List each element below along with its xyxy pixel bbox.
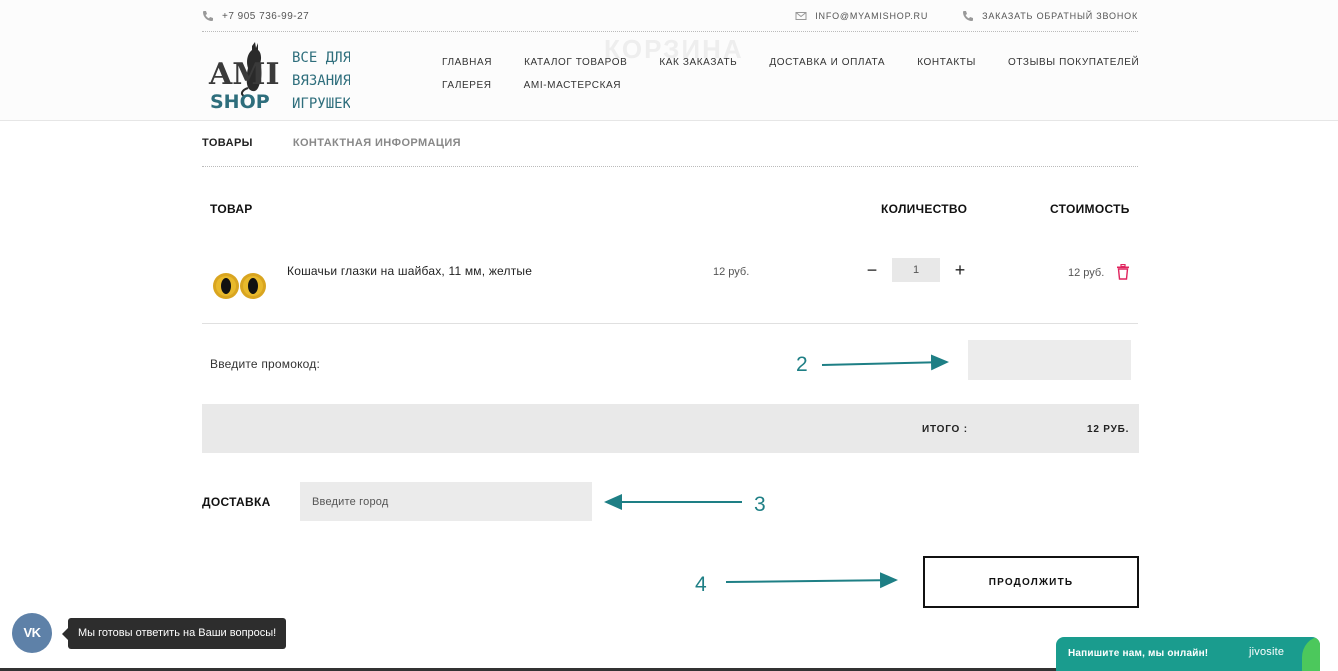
jivo-bubble-icon xyxy=(1302,637,1320,671)
tab-contact-info[interactable]: КОНТАКТНАЯ ИНФОРМАЦИЯ xyxy=(293,137,461,149)
nav-catalog[interactable]: КАТАЛОГ ТОВАРОВ xyxy=(524,57,627,80)
delivery-label: ДОСТАВКА xyxy=(202,495,271,509)
jivo-chat-text: Напишите нам, мы онлайн! xyxy=(1068,648,1209,659)
logo-ami-text: AMI xyxy=(208,57,280,92)
site-logo[interactable]: AMI SHOP ВСЕ ДЛЯ ВЯЗАНИЯ ИГРУШЕК xyxy=(208,42,350,112)
quantity-increase-button[interactable]: + xyxy=(952,258,968,282)
nav-contacts[interactable]: КОНТАКТЫ xyxy=(917,57,976,80)
jivo-logo: jivosite xyxy=(1249,646,1285,658)
column-header-quantity: КОЛИЧЕСТВО xyxy=(881,202,968,216)
annotation-number-2: 2 xyxy=(796,353,808,376)
continue-button[interactable]: ПРОДОЛЖИТЬ xyxy=(923,556,1139,608)
tab-items[interactable]: ТОВАРЫ xyxy=(202,137,253,149)
promo-code-input[interactable] xyxy=(968,340,1131,380)
nav-delivery-payment[interactable]: ДОСТАВКА И ОПЛАТА xyxy=(769,57,885,80)
total-bar xyxy=(202,404,1139,453)
column-header-cost: СТОИМОСТЬ xyxy=(1050,202,1130,216)
nav-home[interactable]: ГЛАВНАЯ xyxy=(442,57,492,80)
nav-ami-workshop[interactable]: AMI-МАСТЕРСКАЯ xyxy=(524,80,621,103)
main-nav: ГЛАВНАЯ КАТАЛОГ ТОВАРОВ КАК ЗАКАЗАТЬ ДОС… xyxy=(442,57,1142,103)
phone-link[interactable]: +7 905 736-99-27 xyxy=(202,10,309,22)
vk-icon[interactable]: VK xyxy=(12,613,52,653)
product-price: 12 руб. xyxy=(713,266,750,278)
total-label: ИТОГО : xyxy=(922,424,968,435)
product-cost: 12 руб. xyxy=(1068,267,1105,279)
checkout-tabs: ТОВАРЫ КОНТАКТНАЯ ИНФОРМАЦИЯ xyxy=(202,137,461,149)
annotation-arrow-4 xyxy=(725,572,898,589)
jivo-chat-button[interactable]: Напишите нам, мы онлайн! jivosite xyxy=(1056,637,1320,671)
logo-shop-text: SHOP xyxy=(210,91,270,112)
mail-icon xyxy=(795,12,807,20)
logo-tagline-2: ВЯЗАНИЯ xyxy=(292,73,350,89)
nav-reviews[interactable]: ОТЗЫВЫ ПОКУПАТЕЛЕЙ xyxy=(1008,57,1139,80)
product-image[interactable] xyxy=(211,270,269,300)
divider xyxy=(202,323,1138,324)
annotation-number-3: 3 xyxy=(754,493,766,516)
total-value: 12 РУБ. xyxy=(1087,424,1130,435)
city-input[interactable] xyxy=(300,482,592,521)
email-link[interactable]: INFO@MYAMISHOP.RU xyxy=(815,11,928,21)
top-bar: +7 905 736-99-27 INFO@MYAMISHOP.RU ЗАКАЗ… xyxy=(202,0,1138,32)
phone-icon xyxy=(203,11,213,21)
annotation-number-4: 4 xyxy=(695,573,707,596)
nav-gallery[interactable]: ГАЛЕРЕЯ xyxy=(442,80,492,103)
logo-tagline-3: ИГРУШЕК xyxy=(292,96,350,112)
callback-phone-icon xyxy=(963,11,974,21)
annotation-arrow-2 xyxy=(821,354,949,371)
quantity-decrease-button[interactable]: − xyxy=(864,258,880,282)
product-name[interactable]: Кошачьи глазки на шайбах, 11 мм, желтые xyxy=(287,264,532,278)
phone-number: +7 905 736-99-27 xyxy=(222,10,310,22)
site-header: +7 905 736-99-27 INFO@MYAMISHOP.RU ЗАКАЗ… xyxy=(0,0,1338,121)
trash-icon[interactable] xyxy=(1116,264,1130,280)
nav-how-to-order[interactable]: КАК ЗАКАЗАТЬ xyxy=(659,57,737,80)
promo-label: Введите промокод: xyxy=(210,357,321,371)
callback-link[interactable]: ЗАКАЗАТЬ ОБРАТНЫЙ ЗВОНОК xyxy=(982,11,1138,21)
column-header-product: ТОВАР xyxy=(210,202,253,216)
vk-tooltip: Мы готовы ответить на Ваши вопросы! xyxy=(61,618,287,649)
logo-tagline-1: ВСЕ ДЛЯ xyxy=(292,50,350,66)
divider xyxy=(202,166,1138,167)
quantity-input[interactable] xyxy=(892,258,940,282)
